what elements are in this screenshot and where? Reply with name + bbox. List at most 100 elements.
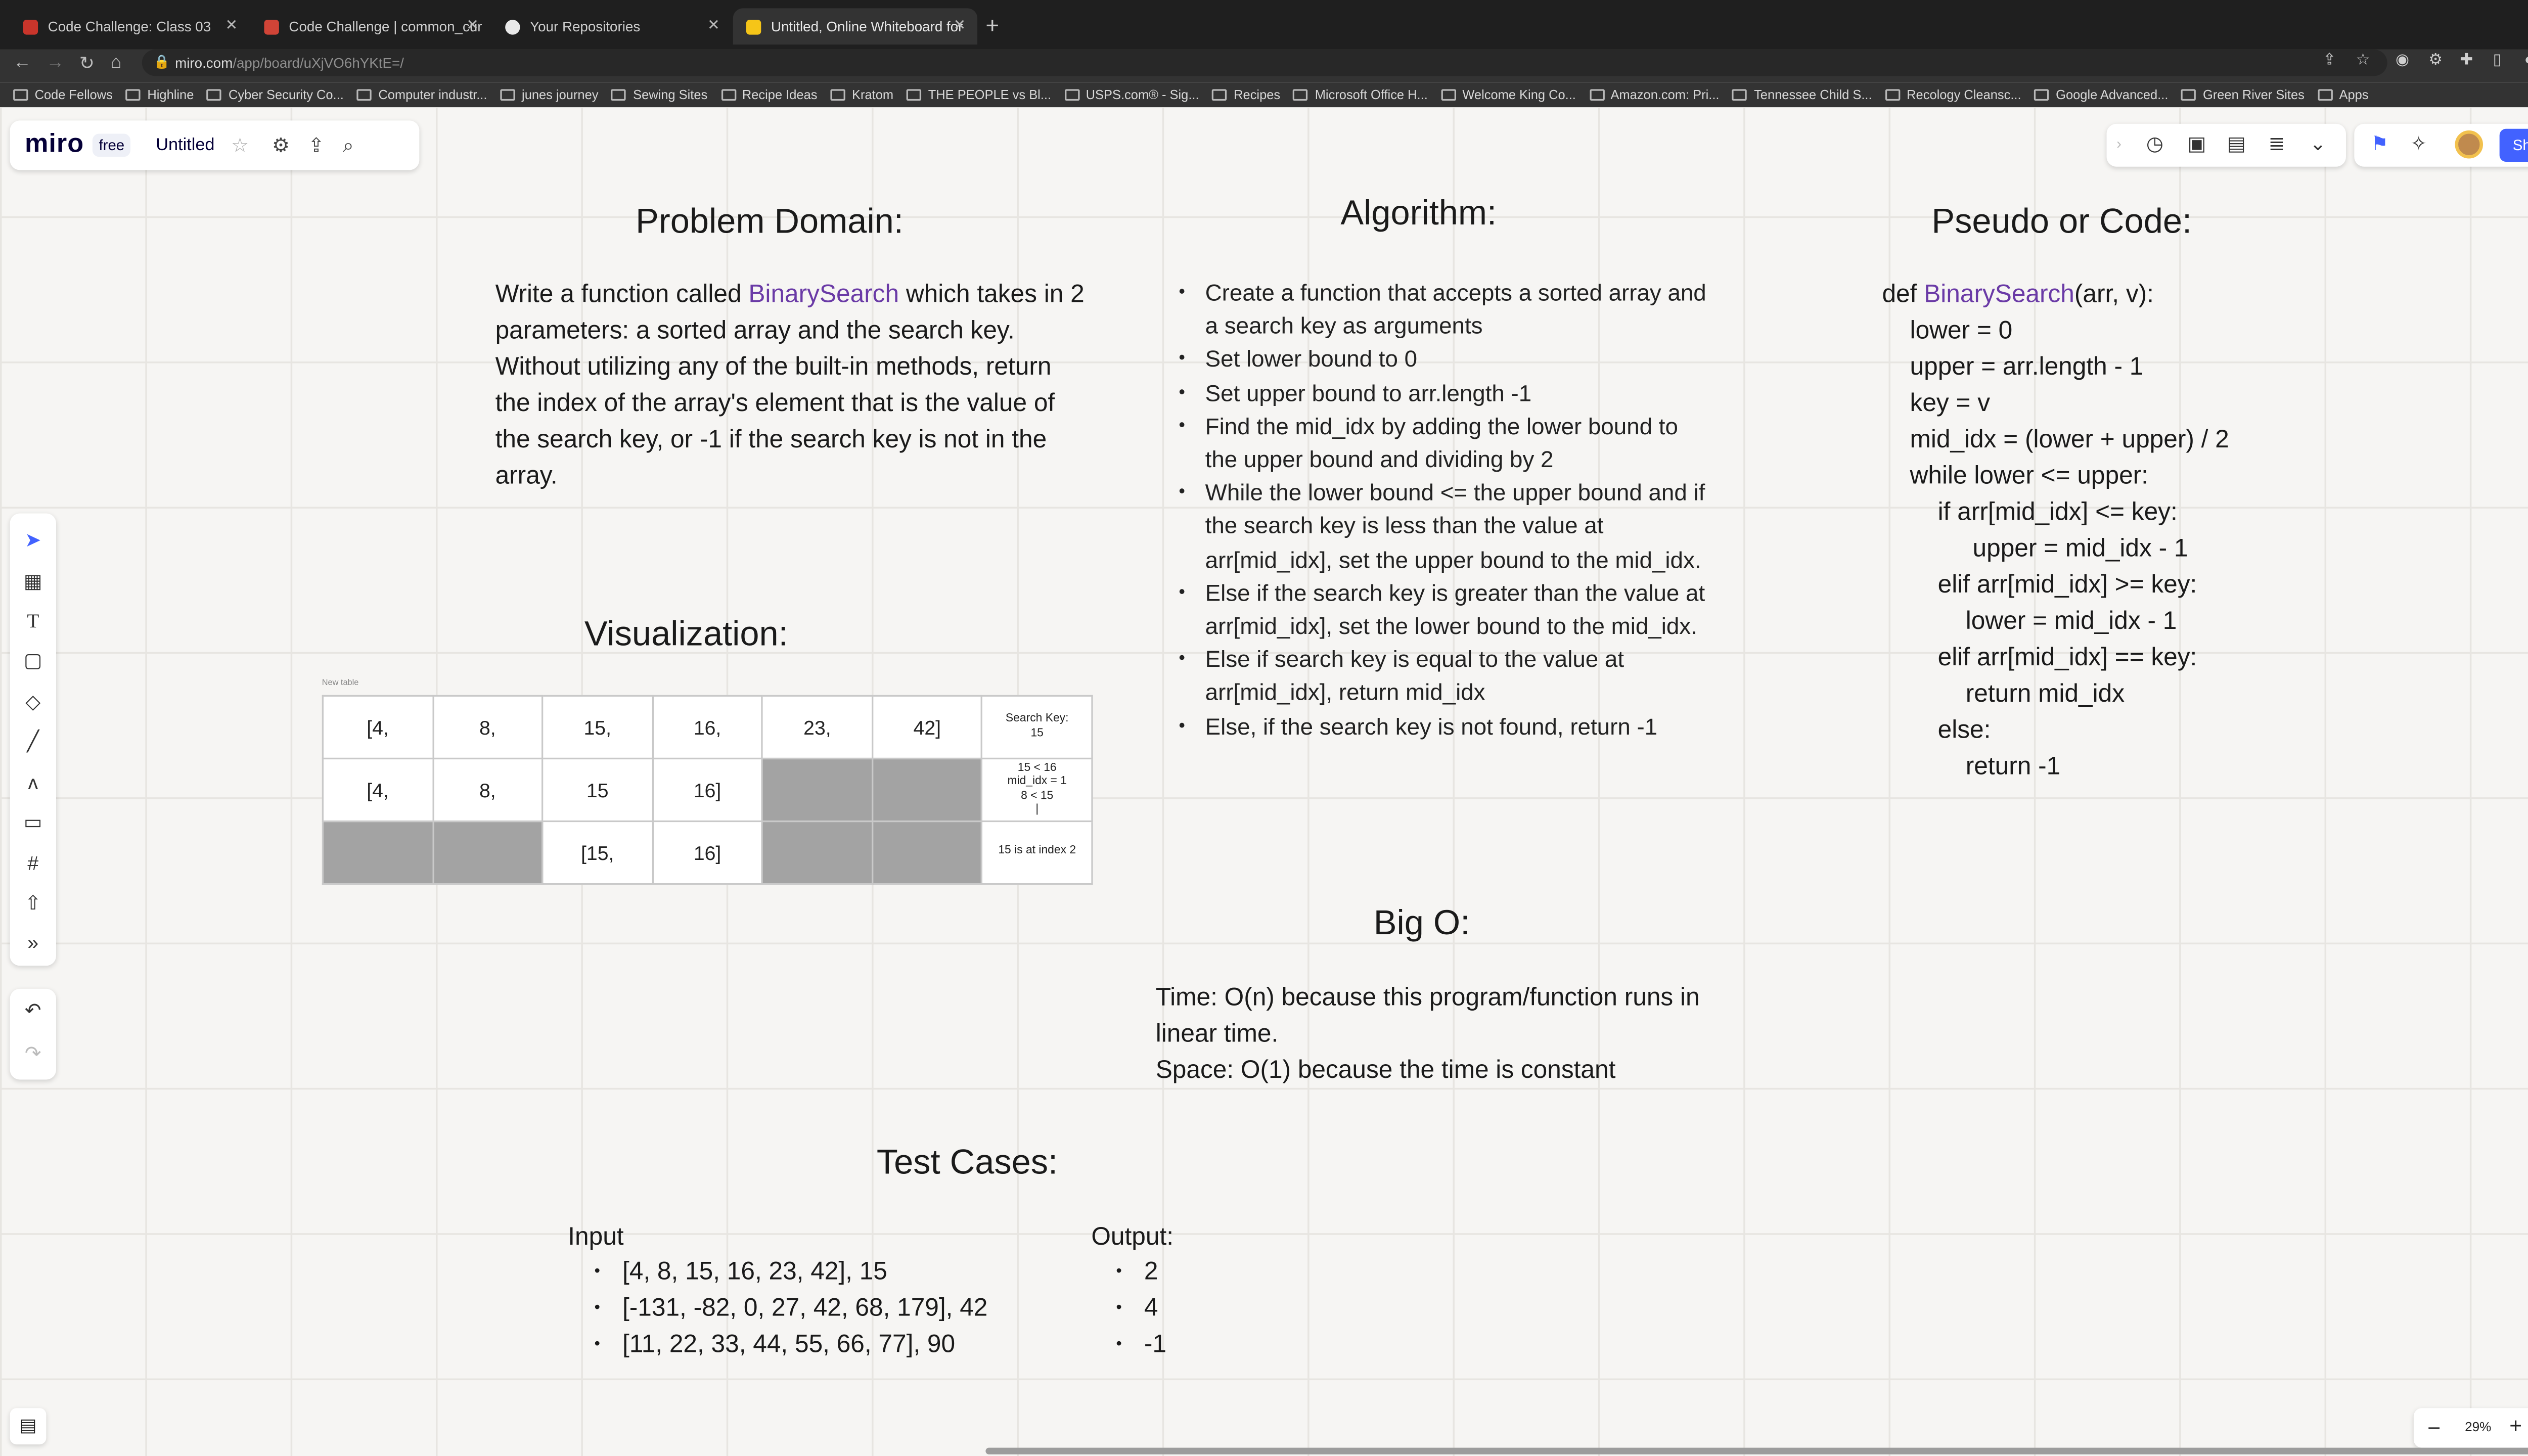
frame-icon[interactable]: # [10, 852, 56, 875]
close-tab-icon[interactable]: ✕ [225, 17, 238, 35]
bookmark-item[interactable]: Recipes [1212, 87, 1280, 102]
zoom-in-button[interactable]: + [2509, 1413, 2522, 1438]
upload-icon[interactable]: ⇧ [10, 891, 56, 915]
notes-icon[interactable]: ≣ [2269, 132, 2285, 155]
tab-code-challenge-class03[interactable]: Code Challenge: Class 03 ✕ [10, 8, 249, 44]
new-tab-icon[interactable]: + [985, 12, 999, 38]
bookmark-item[interactable]: USPS.com® - Sig... [1064, 87, 1199, 102]
shapes-icon[interactable]: ◇ [10, 690, 56, 713]
undo-icon[interactable]: ↶ [10, 999, 56, 1022]
table-cell[interactable] [761, 757, 873, 823]
select-tool-icon[interactable]: ➤ [10, 528, 56, 552]
profile-avatar[interactable]: ● [2524, 51, 2528, 69]
sidebar-icon[interactable]: ▯ [2493, 51, 2502, 69]
table-cell[interactable]: 16] [651, 820, 763, 885]
back-icon[interactable]: ← [13, 53, 31, 72]
extension-icon[interactable]: ◉ [2396, 51, 2409, 69]
table-cell[interactable]: 23, [761, 695, 873, 760]
bookmark-item[interactable]: Cyber Security Co... [207, 87, 344, 102]
bookmark-item[interactable]: Welcome King Co... [1440, 87, 1576, 102]
table-cell[interactable] [761, 820, 873, 885]
more-tools-icon[interactable]: » [10, 931, 56, 954]
visualization-table[interactable]: [4, 8, 15, 16, 23, 42] Search Key: 15 [4, 8, 15 16… [322, 695, 1093, 885]
close-tab-icon[interactable]: ✕ [707, 17, 720, 35]
timer-icon[interactable]: ◷ [2146, 132, 2163, 155]
table-cell[interactable]: [4, [322, 695, 434, 760]
celebrate-icon[interactable]: ✧ [2410, 132, 2427, 155]
tab-miro-whiteboard[interactable]: Untitled, Online Whiteboard for ✕ [733, 8, 978, 45]
url-field[interactable]: miro.com/app/board/uXjVO6hYKtE=/ [142, 49, 2387, 76]
lock-icon[interactable]: 🔒 [154, 55, 170, 69]
close-tab-icon[interactable]: ✕ [954, 17, 966, 35]
table-cell[interactable] [432, 820, 544, 885]
table-cell[interactable] [322, 820, 434, 885]
table-cell[interactable]: 8, [432, 757, 544, 823]
export-icon[interactable]: ⇪ [308, 133, 325, 157]
table-cell[interactable]: 15 [541, 757, 654, 823]
bookmark-item[interactable]: Highline [125, 87, 194, 102]
reactions-icon[interactable]: ⚑ [2371, 132, 2388, 155]
table-cell[interactable]: Search Key: 15 [981, 695, 1093, 760]
table-cell[interactable]: 15 < 16 mid_idx = 1 8 < 15 | [981, 757, 1093, 823]
star-icon[interactable]: ☆ [231, 133, 249, 157]
home-icon[interactable]: ⌂ [111, 53, 122, 72]
folder-icon [356, 89, 372, 101]
zoom-out-button[interactable]: – [2428, 1415, 2440, 1438]
bookmark-item[interactable]: Green River Sites [2181, 87, 2305, 102]
board-name[interactable]: Untitled [156, 135, 214, 155]
horizontal-scrollbar[interactable] [985, 1447, 2528, 1454]
bookmark-item[interactable]: Kratom [830, 87, 893, 102]
share-button[interactable]: Share [2499, 128, 2528, 162]
puzzle-icon[interactable]: ✚ [2460, 51, 2473, 69]
forward-icon[interactable]: → [46, 53, 64, 72]
big-o-space: Space: O(1) because the time is constant [1155, 1056, 1616, 1085]
embed-icon[interactable]: ▣ [2188, 132, 2206, 155]
bookmark-star-icon[interactable]: ☆ [2356, 51, 2370, 69]
reload-icon[interactable]: ↻ [79, 53, 95, 74]
close-tab-icon[interactable]: ✕ [466, 17, 479, 35]
settings-gear-icon[interactable]: ⚙ [272, 133, 290, 157]
bookmark-item[interactable]: Tennessee Child S... [1732, 87, 1872, 102]
bookmark-item[interactable]: Amazon.com: Pri... [1589, 87, 1720, 102]
search-icon[interactable]: ⌕ [343, 133, 354, 158]
table-cell[interactable]: 16, [651, 695, 763, 760]
chevron-right-icon[interactable]: › [2116, 135, 2121, 152]
bookmark-item[interactable]: Recology Cleansc... [1885, 87, 2021, 102]
table-cell[interactable]: [4, [322, 757, 434, 823]
table-cell[interactable]: 42] [871, 695, 983, 760]
redo-icon[interactable]: ↷ [10, 1041, 56, 1065]
comment-icon[interactable]: ▭ [10, 810, 56, 834]
bookmark-item[interactable]: THE PEOPLE vs Bl... [907, 87, 1051, 102]
zoom-level[interactable]: 29% [2465, 1420, 2491, 1434]
avatar[interactable] [2455, 130, 2484, 159]
bookmark-item[interactable]: Code Fellows [13, 87, 113, 102]
bookmark-item[interactable]: Microsoft Office H... [1293, 87, 1428, 102]
extension-gear-icon[interactable]: ⚙ [2428, 51, 2443, 69]
tab-your-repositories[interactable]: Your Repositories ✕ [492, 8, 731, 44]
table-cell[interactable] [871, 820, 983, 885]
plan-badge[interactable]: free [92, 133, 131, 157]
chevron-down-double-icon[interactable]: ⌄ [2310, 132, 2326, 155]
bookmark-item[interactable]: Google Advanced... [2034, 87, 2168, 102]
table-cell[interactable]: 16] [651, 757, 763, 823]
miro-logo[interactable]: miro [25, 130, 84, 160]
table-cell[interactable]: 15 is at index 2 [981, 820, 1093, 885]
sticky-note-icon[interactable]: ▢ [10, 649, 56, 672]
bookmark-item[interactable]: junes journey [500, 87, 599, 102]
table-cell[interactable]: 8, [432, 695, 544, 760]
connection-line-icon[interactable]: ╱ [10, 730, 56, 753]
templates-icon[interactable]: ▦ [10, 570, 56, 593]
bookmark-item[interactable]: Recipe Ideas [720, 87, 817, 102]
table-cell[interactable]: 15, [541, 695, 654, 760]
share-page-icon[interactable]: ⇪ [2323, 51, 2336, 69]
bookmark-item[interactable]: Apps [2318, 87, 2369, 102]
table-cell[interactable]: [15, [541, 820, 654, 885]
table-cell[interactable] [871, 757, 983, 823]
board-sidebar-toggle-icon[interactable]: ▤ [10, 1408, 47, 1445]
comment-presentation-icon[interactable]: ▤ [2227, 132, 2246, 155]
tab-code-challenge-common[interactable]: Code Challenge | common_cur ✕ [251, 8, 490, 44]
pen-icon[interactable]: ʌ [10, 771, 56, 794]
bookmark-item[interactable]: Sewing Sites [611, 87, 707, 102]
text-tool-icon[interactable]: T [10, 609, 56, 634]
bookmark-item[interactable]: Computer industr... [356, 87, 487, 102]
